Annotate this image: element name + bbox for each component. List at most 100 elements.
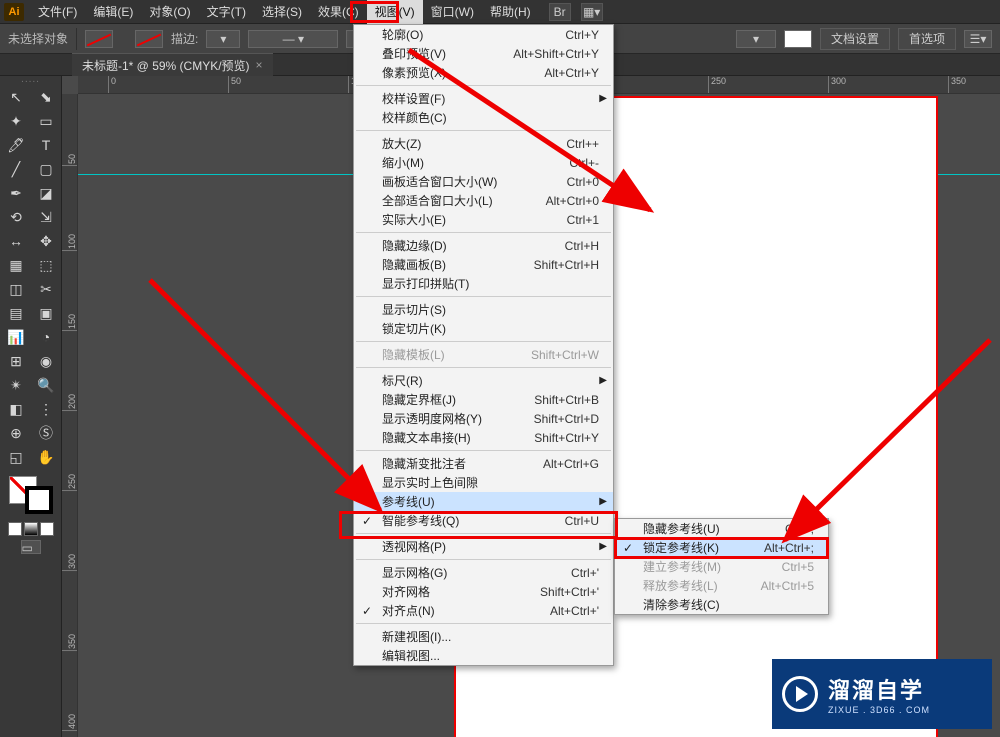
stroke-swatch[interactable]	[135, 30, 163, 48]
menu-item[interactable]: 显示打印拼贴(T)	[354, 274, 613, 293]
tool-button-10[interactable]: ⟲	[2, 206, 30, 228]
menu-item[interactable]: ✓智能参考线(Q)Ctrl+U	[354, 511, 613, 530]
stroke-box[interactable]	[25, 486, 53, 514]
style-swatch[interactable]	[784, 30, 812, 48]
tool-button-23[interactable]: ◉	[32, 350, 60, 372]
menu-item[interactable]: 全部适合窗口大小(L)Alt+Ctrl+0	[354, 191, 613, 210]
stroke-weight[interactable]: ▾	[206, 30, 240, 48]
align-icon[interactable]: ☰▾	[964, 30, 992, 48]
tool-button-19[interactable]: ▣	[32, 302, 60, 324]
menu-item[interactable]: 隐藏参考线(U)Ctrl+;	[615, 519, 828, 538]
menu-item[interactable]: 显示透明度网格(Y)Shift+Ctrl+D	[354, 409, 613, 428]
color-mode-solid[interactable]	[8, 522, 22, 536]
menu-object[interactable]: 对象(O)	[141, 0, 198, 24]
tool-button-30[interactable]: ◱	[2, 446, 30, 468]
tool-button-28[interactable]: ⊕	[2, 422, 30, 444]
tool-button-11[interactable]: ⇲	[32, 206, 60, 228]
menu-file[interactable]: 文件(F)	[30, 0, 85, 24]
menu-item[interactable]: 清除参考线(C)	[615, 595, 828, 614]
tool-button-17[interactable]: ✂	[32, 278, 60, 300]
menu-item-label: 释放参考线(L)	[643, 577, 718, 594]
menu-window[interactable]: 窗口(W)	[423, 0, 482, 24]
menu-item[interactable]: 隐藏定界框(J)Shift+Ctrl+B	[354, 390, 613, 409]
menu-item[interactable]: 隐藏渐变批注者Alt+Ctrl+G	[354, 454, 613, 473]
menu-item[interactable]: 隐藏边缘(D)Ctrl+H	[354, 236, 613, 255]
tool-button-3[interactable]: ▭	[32, 110, 60, 132]
tool-button-13[interactable]: ✥	[32, 230, 60, 252]
menu-item[interactable]: ✓对齐点(N)Alt+Ctrl+'	[354, 601, 613, 620]
doc-setup-button[interactable]: 文档设置	[820, 28, 890, 50]
tool-button-26[interactable]: ◧	[2, 398, 30, 420]
menu-item[interactable]: 锁定切片(K)	[354, 319, 613, 338]
menu-item[interactable]: 轮廓(O)Ctrl+Y	[354, 25, 613, 44]
tool-button-22[interactable]: ⊞	[2, 350, 30, 372]
tool-button-7[interactable]: ▢	[32, 158, 60, 180]
menu-item[interactable]: 透视网格(P)▶	[354, 537, 613, 556]
menu-item[interactable]: 参考线(U)▶	[354, 492, 613, 511]
tool-button-24[interactable]: ✴	[2, 374, 30, 396]
menu-item[interactable]: 画板适合窗口大小(W)Ctrl+0	[354, 172, 613, 191]
fill-swatch[interactable]	[85, 30, 113, 48]
color-mode-none[interactable]	[40, 522, 54, 536]
tool-button-1[interactable]: ⬊	[32, 86, 60, 108]
opacity-dd[interactable]: ▾	[736, 30, 776, 48]
tool-button-27[interactable]: ⋮	[32, 398, 60, 420]
tool-button-0[interactable]: ↖	[2, 86, 30, 108]
menu-item[interactable]: 隐藏画板(B)Shift+Ctrl+H	[354, 255, 613, 274]
menu-edit[interactable]: 编辑(E)	[85, 0, 141, 24]
tool-button-16[interactable]: ◫	[2, 278, 30, 300]
menu-item[interactable]: 隐藏文本串接(H)Shift+Ctrl+Y	[354, 428, 613, 447]
document-tab[interactable]: 未标题-1* @ 59% (CMYK/预览) ×	[72, 53, 273, 77]
vertical-ruler[interactable]: 50100150200250300350400	[62, 94, 78, 737]
menu-item[interactable]: 像素预览(X)Alt+Ctrl+Y	[354, 63, 613, 82]
menu-effect[interactable]: 效果(C)	[310, 0, 367, 24]
menu-item[interactable]: 放大(Z)Ctrl++	[354, 134, 613, 153]
tool-button-8[interactable]: ✒	[2, 182, 30, 204]
screen-mode[interactable]: ▭	[21, 540, 41, 554]
color-mode-gradient[interactable]	[24, 522, 38, 536]
fill-stroke-indicator[interactable]	[9, 476, 53, 514]
tool-button-4[interactable]: 🖊	[2, 134, 30, 156]
menu-item[interactable]: 编辑视图...	[354, 646, 613, 665]
menu-item[interactable]: 校样颜色(C)	[354, 108, 613, 127]
panel-grip-icon[interactable]: ∙∙∙∙∙	[0, 76, 61, 84]
tool-button-14[interactable]: ▦	[2, 254, 30, 276]
menu-help[interactable]: 帮助(H)	[482, 0, 539, 24]
arrange-docs-icon[interactable]: ▦▾	[581, 3, 603, 21]
menu-item[interactable]: 对齐网格Shift+Ctrl+'	[354, 582, 613, 601]
tool-button-25[interactable]: 🔍	[32, 374, 60, 396]
tool-button-18[interactable]: ▤	[2, 302, 30, 324]
tool-button-2[interactable]: ✦	[2, 110, 30, 132]
menu-item[interactable]: 显示网格(G)Ctrl+'	[354, 563, 613, 582]
menu-item-label: 对齐网格	[382, 583, 430, 600]
menu-item[interactable]: 实际大小(E)Ctrl+1	[354, 210, 613, 229]
menu-item[interactable]: 显示切片(S)	[354, 300, 613, 319]
menu-item-shortcut: Ctrl+Y	[545, 28, 599, 42]
stroke-profile[interactable]: — ▾	[248, 30, 338, 48]
menu-item[interactable]: 标尺(R)▶	[354, 371, 613, 390]
tool-button-29[interactable]: Ⓢ	[32, 422, 60, 444]
prefs-button[interactable]: 首选项	[898, 28, 956, 50]
menu-item[interactable]: 叠印预览(V)Alt+Shift+Ctrl+Y	[354, 44, 613, 63]
menu-item[interactable]: 显示实时上色间隙	[354, 473, 613, 492]
bridge-icon[interactable]: Br	[549, 3, 571, 21]
tool-button-5[interactable]: T	[32, 134, 60, 156]
document-title: 未标题-1* @ 59% (CMYK/预览)	[82, 57, 250, 74]
tool-button-15[interactable]: ⬚	[32, 254, 60, 276]
menu-item[interactable]: 缩小(M)Ctrl+-	[354, 153, 613, 172]
tool-button-9[interactable]: ◪	[32, 182, 60, 204]
tool-button-12[interactable]: ↔	[2, 230, 30, 252]
menu-item[interactable]: ✓锁定参考线(K)Alt+Ctrl+;	[615, 538, 828, 557]
menu-item[interactable]: 新建视图(I)...	[354, 627, 613, 646]
menu-item-label: 缩小(M)	[382, 154, 424, 171]
tool-button-31[interactable]: ✋	[32, 446, 60, 468]
close-tab-icon[interactable]: ×	[256, 58, 263, 72]
menu-select[interactable]: 选择(S)	[254, 0, 310, 24]
menu-type[interactable]: 文字(T)	[199, 0, 254, 24]
tool-button-6[interactable]: ╱	[2, 158, 30, 180]
tool-button-20[interactable]: 📊	[2, 326, 30, 348]
tool-button-21[interactable]: ◔	[32, 326, 60, 348]
menu-item[interactable]: 校样设置(F)▶	[354, 89, 613, 108]
menu-view[interactable]: 视图(V)	[367, 0, 423, 24]
menu-item-label: 显示打印拼贴(T)	[382, 275, 469, 292]
